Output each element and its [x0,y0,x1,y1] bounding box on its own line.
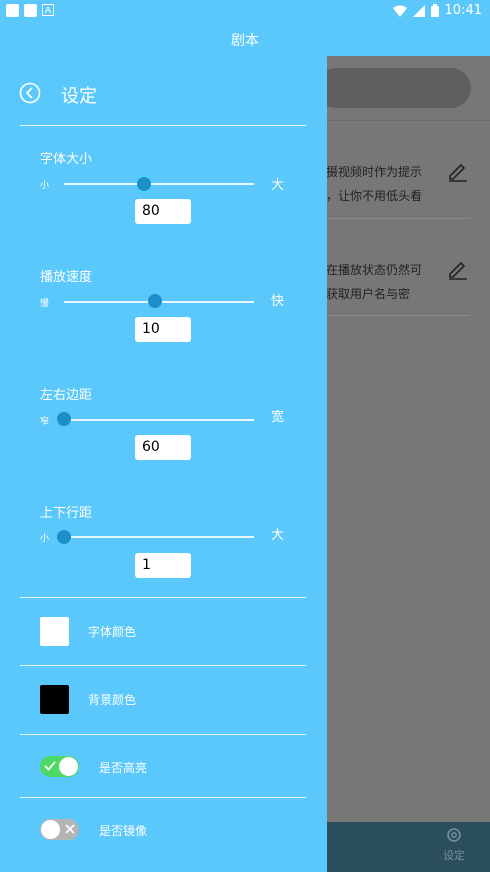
battery-icon [430,4,439,17]
wifi-icon [392,5,407,17]
font-size-label: 字体大小 [40,152,93,167]
divider [20,665,306,666]
line-spacing-slider-thumb[interactable] [57,530,71,544]
play-speed-label: 播放速度 [40,270,93,285]
font-size-slider[interactable] [64,183,254,185]
side-margin-min-label: 窄 [40,417,50,427]
line-spacing-label: 上下行距 [40,506,93,521]
line-spacing-input[interactable]: 1 [135,553,191,578]
background-color-swatch[interactable] [40,685,69,714]
status-time: 10:41 [444,3,482,18]
divider [20,797,306,798]
line-spacing-slider[interactable] [64,536,254,538]
app-title: 剧本 [231,33,259,49]
font-size-slider-thumb[interactable] [136,177,151,191]
play-speed-max-label: 快 [271,294,285,309]
line-spacing-min-label: 小 [40,534,50,544]
side-margin-label: 左右边距 [40,388,93,403]
side-margin-input[interactable]: 60 [135,435,191,460]
highlight-toggle[interactable] [40,756,79,777]
toggle-knob [41,820,60,839]
font-color-label: 字体颜色 [88,625,137,639]
tab-settings-label: 设定 [443,849,465,862]
divider [20,125,306,126]
tab-settings[interactable]: 设定 [432,826,476,863]
back-icon[interactable] [19,82,41,104]
notification-icon [24,4,37,17]
drawer-title: 设定 [61,86,97,107]
divider [20,597,306,598]
notification-icon [6,4,19,17]
divider [326,218,470,219]
side-margin-max-label: 宽 [271,410,285,425]
side-margin-slider-thumb[interactable] [57,412,71,426]
mirror-label: 是否镜像 [99,824,148,838]
close-icon [65,824,75,834]
mirror-toggle[interactable] [40,819,79,840]
status-bar: A 10:41 [0,0,490,22]
side-margin-slider[interactable] [64,419,254,421]
list-item-text: 获取用户名与密 [326,287,411,301]
list-item-text: 摄视频时作为提示 [326,165,423,179]
font-size-input[interactable]: 80 [135,199,191,224]
edit-icon [449,163,467,182]
toggle-knob [59,757,78,776]
gear-icon [447,828,461,842]
list-item-text: 在播放状态仍然可 [326,263,423,277]
font-size-min-label: 小 [40,181,50,191]
play-speed-min-label: 慢 [40,299,50,309]
play-speed-slider-thumb[interactable] [148,294,163,308]
background-color-label: 背景颜色 [88,693,137,707]
divider [20,734,306,735]
edit-icon [449,261,467,280]
play-speed-input[interactable]: 10 [135,317,191,342]
list-item-text: ，让你不用低头看 [326,189,423,203]
font-size-max-label: 大 [271,178,285,193]
settings-drawer: 设定 字体大小 小 大 80 播放速度 慢 快 10 左右边距 窄 宽 60 上… [0,56,327,872]
signal-icon [412,4,425,17]
check-icon [44,761,56,771]
divider [326,315,470,316]
search-bar [316,68,471,108]
a-icon: A [42,4,54,16]
font-color-swatch[interactable] [40,617,69,646]
line-spacing-max-label: 大 [271,528,285,543]
highlight-label: 是否高亮 [99,761,148,775]
